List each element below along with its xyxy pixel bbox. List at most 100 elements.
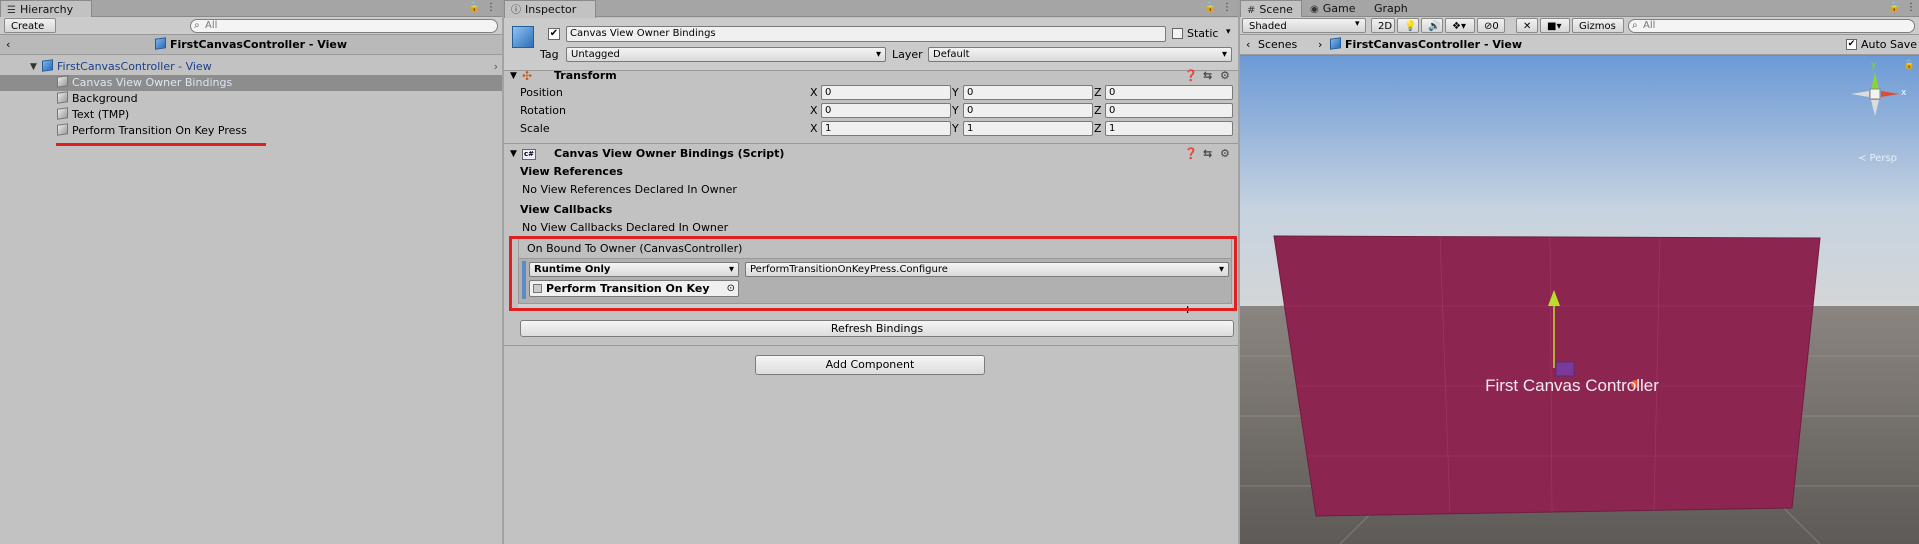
persp-label[interactable]: ≺ Persp [1858,153,1897,164]
lock-icon[interactable]: 🔒 [1888,2,1900,13]
refresh-bindings-button[interactable]: Refresh Bindings [520,320,1234,337]
rotation-x-field[interactable]: 0 [821,103,951,118]
lightbulb-icon: 💡 [1404,21,1417,32]
lock-icon[interactable]: 🔒 [468,2,480,13]
camera-icon: ■ [1547,21,1557,32]
gameobject-icon [57,107,68,120]
hierarchy-row-root[interactable]: ▼ FirstCanvasController - View › [0,59,502,75]
y-axis-label: Y [952,122,959,135]
lighting-toggle-button[interactable]: 💡 [1397,18,1419,33]
wrench-icon: ✕ [1523,21,1532,32]
hierarchy-row-selected[interactable]: Canvas View Owner Bindings [0,75,502,91]
create-button[interactable]: Create ▾ [4,18,56,47]
layer-dropdown[interactable]: Default [928,47,1232,62]
prefab-icon [1330,37,1341,50]
scale-z-field[interactable]: 1 [1105,121,1233,136]
shading-dropdown[interactable]: Shaded [1242,18,1366,33]
tab-hierarchy[interactable]: ☰ Hierarchy [0,0,92,18]
gameobject-icon [512,26,534,48]
active-checkbox[interactable]: ✔ [548,28,560,40]
x-axis-label: X [810,86,818,99]
preset-icon[interactable]: ⇆ [1203,145,1212,163]
scene-viewport[interactable]: First Canvas Controller y x 🔒 ≺ Persp [1240,56,1919,544]
2d-toggle-button[interactable]: 2D [1371,18,1395,33]
tab-scene[interactable]: # Scene [1240,0,1302,18]
tab-graph[interactable]: Graph [1368,0,1416,17]
search-icon: ⌕ [1632,20,1638,31]
position-label: Position [520,86,563,99]
gizmos-dropdown[interactable]: Gizmos ▾ [1572,18,1624,47]
scene-breadcrumb-title: FirstCanvasController - View [1345,38,1523,51]
auto-save-checkbox[interactable]: ✔ [1846,39,1857,50]
hierarchy-row[interactable]: Perform Transition On Key Press [0,123,502,139]
add-component-button[interactable]: Add Component [755,355,985,375]
scene-panel: # Scene ◉ Game Graph 🔒 ⋮ Shaded ▾ 2D 💡 🔊 ❖… [1240,0,1919,544]
scale-y-field[interactable]: 1 [963,121,1093,136]
rotation-y-field[interactable]: 0 [963,103,1093,118]
chevron-down-icon[interactable]: ▾ [1226,27,1231,37]
hidden-objects-toggle[interactable]: ⊘0 [1477,18,1505,33]
x-axis-label: X [810,104,818,117]
script-component-header[interactable]: ▼ c# Canvas View Owner Bindings (Script)… [504,145,1238,163]
audio-toggle-button[interactable]: 🔊 [1421,18,1443,33]
x-axis-label: X [810,122,818,135]
inspector-tabbar: ⓘ Inspector 🔒 ⋮ [504,0,1238,18]
hierarchy-toolbar: Create ▾ ⌕All [0,17,502,47]
position-z-field[interactable]: 0 [1105,85,1233,100]
canvas-text: First Canvas Controller [1485,376,1659,395]
back-arrow-icon[interactable]: ‹ [1246,38,1250,51]
position-y-field[interactable]: 0 [963,85,1093,100]
move-handle[interactable] [1555,361,1575,377]
static-checkbox[interactable] [1172,28,1183,39]
panel-menu-icon[interactable]: ⋮ [1222,2,1232,13]
chevron-down-icon: ▾ [1355,19,1360,29]
view-callbacks-text: No View Callbacks Declared In Owner [522,221,729,234]
list-icon: ☰ [7,5,16,16]
gizmo-lock-icon[interactable]: 🔒 [1904,60,1915,70]
lock-icon[interactable]: 🔒 [1204,2,1216,13]
panel-menu-icon[interactable]: ⋮ [486,2,496,13]
grid-icon: # [1247,5,1256,16]
rotation-label: Rotation [520,104,567,117]
scene-tabbar: # Scene ◉ Game Graph 🔒 ⋮ [1240,0,1919,18]
panel-menu-icon[interactable]: ⋮ [1906,2,1916,13]
rotation-z-field[interactable]: 0 [1105,103,1233,118]
tab-inspector[interactable]: ⓘ Inspector [504,0,596,18]
gizmo-y-label: y [1871,60,1877,70]
hierarchy-row[interactable]: Text (TMP) [0,107,502,123]
prefab-icon [154,37,166,50]
scale-x-field[interactable]: 1 [821,121,951,136]
speaker-icon: 🔊 [1428,21,1441,32]
expand-arrow-icon[interactable]: ▼ [510,145,517,163]
gear-icon[interactable]: ⚙ [1220,145,1230,163]
hierarchy-tabbar: ☰ Hierarchy 🔒 ⋮ [0,0,502,18]
scenes-link[interactable]: Scenes [1258,38,1297,51]
scale-label: Scale [520,122,550,135]
effects-dropdown[interactable]: ❖▾ [1445,18,1475,33]
gameobject-icon [57,91,68,104]
y-axis-label: Y [952,86,959,99]
red-box-annotation [509,236,1237,311]
expand-arrow-icon[interactable]: ▼ [510,67,517,85]
transform-header[interactable]: ▼ ✣ Transform ❓ ⇆ ⚙ [504,67,1238,85]
chevron-right-icon[interactable]: › [494,59,498,75]
hierarchy-search-input[interactable]: ⌕ All [190,19,498,33]
scene-toolbar: Shaded ▾ 2D 💡 🔊 ❖▾ ⊘0 ✕ ■▾ Gizmos ▾ ⌕All [1240,17,1919,47]
object-name-input[interactable]: Canvas View Owner Bindings [566,26,1166,42]
tab-game[interactable]: ◉ Game [1304,0,1363,17]
preset-icon[interactable]: ⇆ [1203,67,1212,85]
hierarchy-row[interactable]: Background [0,91,502,107]
camera-dropdown[interactable]: ■▾ [1540,18,1570,33]
hierarchy-breadcrumb: ‹ FirstCanvasController - View [0,35,502,55]
script-icon: c# [522,149,536,160]
gear-icon[interactable]: ⚙ [1220,67,1230,85]
tools-button[interactable]: ✕ [1516,18,1538,33]
help-icon[interactable]: ❓ [1184,67,1198,85]
tag-dropdown[interactable]: Untagged [566,47,886,62]
orientation-gizmo[interactable]: y x [1843,60,1907,126]
help-icon[interactable]: ❓ [1184,145,1198,163]
scene-search-input[interactable]: ⌕ All [1628,19,1915,33]
expand-arrow-icon[interactable]: ▼ [30,59,37,75]
tag-label: Tag [540,48,559,61]
position-x-field[interactable]: 0 [821,85,951,100]
